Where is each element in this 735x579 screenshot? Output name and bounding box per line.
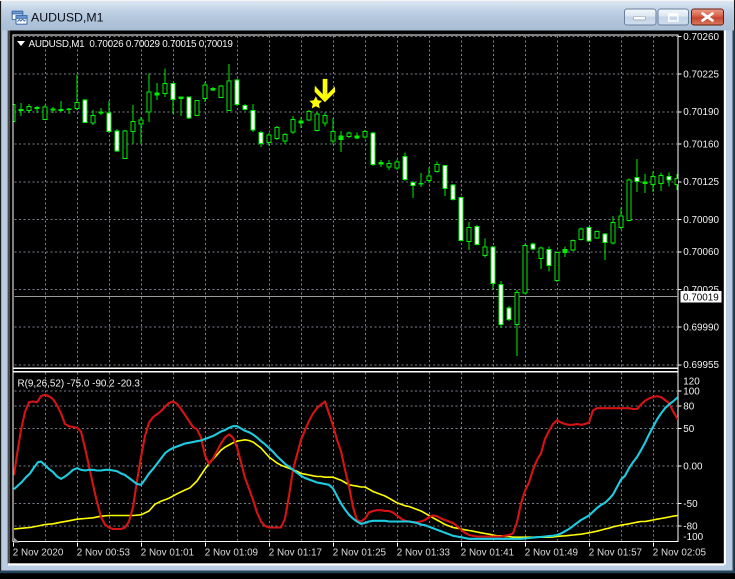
- svg-text:0.70060: 0.70060: [683, 247, 719, 258]
- svg-text:0.69990: 0.69990: [683, 323, 719, 334]
- svg-text:2 Nov 01:57: 2 Nov 01:57: [589, 548, 642, 559]
- svg-text:AUDUSD,M1: AUDUSD,M1: [31, 11, 104, 25]
- svg-text:2 Nov 01:09: 2 Nov 01:09: [205, 548, 259, 559]
- svg-text:-50: -50: [683, 499, 698, 510]
- svg-text:100: 100: [683, 386, 700, 397]
- svg-text:0.70090: 0.70090: [683, 215, 719, 226]
- svg-text:2 Nov 01:25: 2 Nov 01:25: [333, 548, 387, 559]
- svg-text:0.00: 0.00: [683, 461, 703, 472]
- svg-text:0.70190: 0.70190: [683, 107, 719, 118]
- svg-text:0.70225: 0.70225: [683, 70, 719, 81]
- svg-text:2 Nov 01:49: 2 Nov 01:49: [525, 548, 579, 559]
- svg-text:50: 50: [683, 424, 694, 435]
- svg-text:2 Nov 2020: 2 Nov 2020: [13, 548, 64, 559]
- svg-text:120: 120: [683, 376, 700, 387]
- svg-text:2 Nov 01:41: 2 Nov 01:41: [461, 548, 515, 559]
- svg-text:R(9,26,52) -75.0 -90.2 -20.3: R(9,26,52) -75.0 -90.2 -20.3: [18, 379, 141, 390]
- svg-text:-80: -80: [683, 521, 698, 532]
- svg-text:-100: -100: [683, 532, 703, 543]
- svg-text:2 Nov 01:01: 2 Nov 01:01: [141, 548, 195, 559]
- svg-text:0.70160: 0.70160: [683, 140, 719, 151]
- svg-text:AUDUSD,M1 0.70026 0.70029 0.7: AUDUSD,M1 0.70026 0.70029 0.70015 0,7001…: [29, 39, 234, 50]
- svg-text:0.70019: 0.70019: [683, 293, 719, 304]
- svg-text:80: 80: [683, 401, 694, 412]
- svg-text:2 Nov 00:53: 2 Nov 00:53: [77, 548, 131, 559]
- svg-text:2 Nov 02:05: 2 Nov 02:05: [653, 548, 707, 559]
- svg-text:0.70260: 0.70260: [683, 32, 719, 43]
- svg-text:0.69955: 0.69955: [683, 360, 719, 371]
- svg-text:2 Nov 01:33: 2 Nov 01:33: [397, 548, 451, 559]
- svg-text:2 Nov 01:17: 2 Nov 01:17: [269, 548, 322, 559]
- svg-text:0.70125: 0.70125: [683, 177, 719, 188]
